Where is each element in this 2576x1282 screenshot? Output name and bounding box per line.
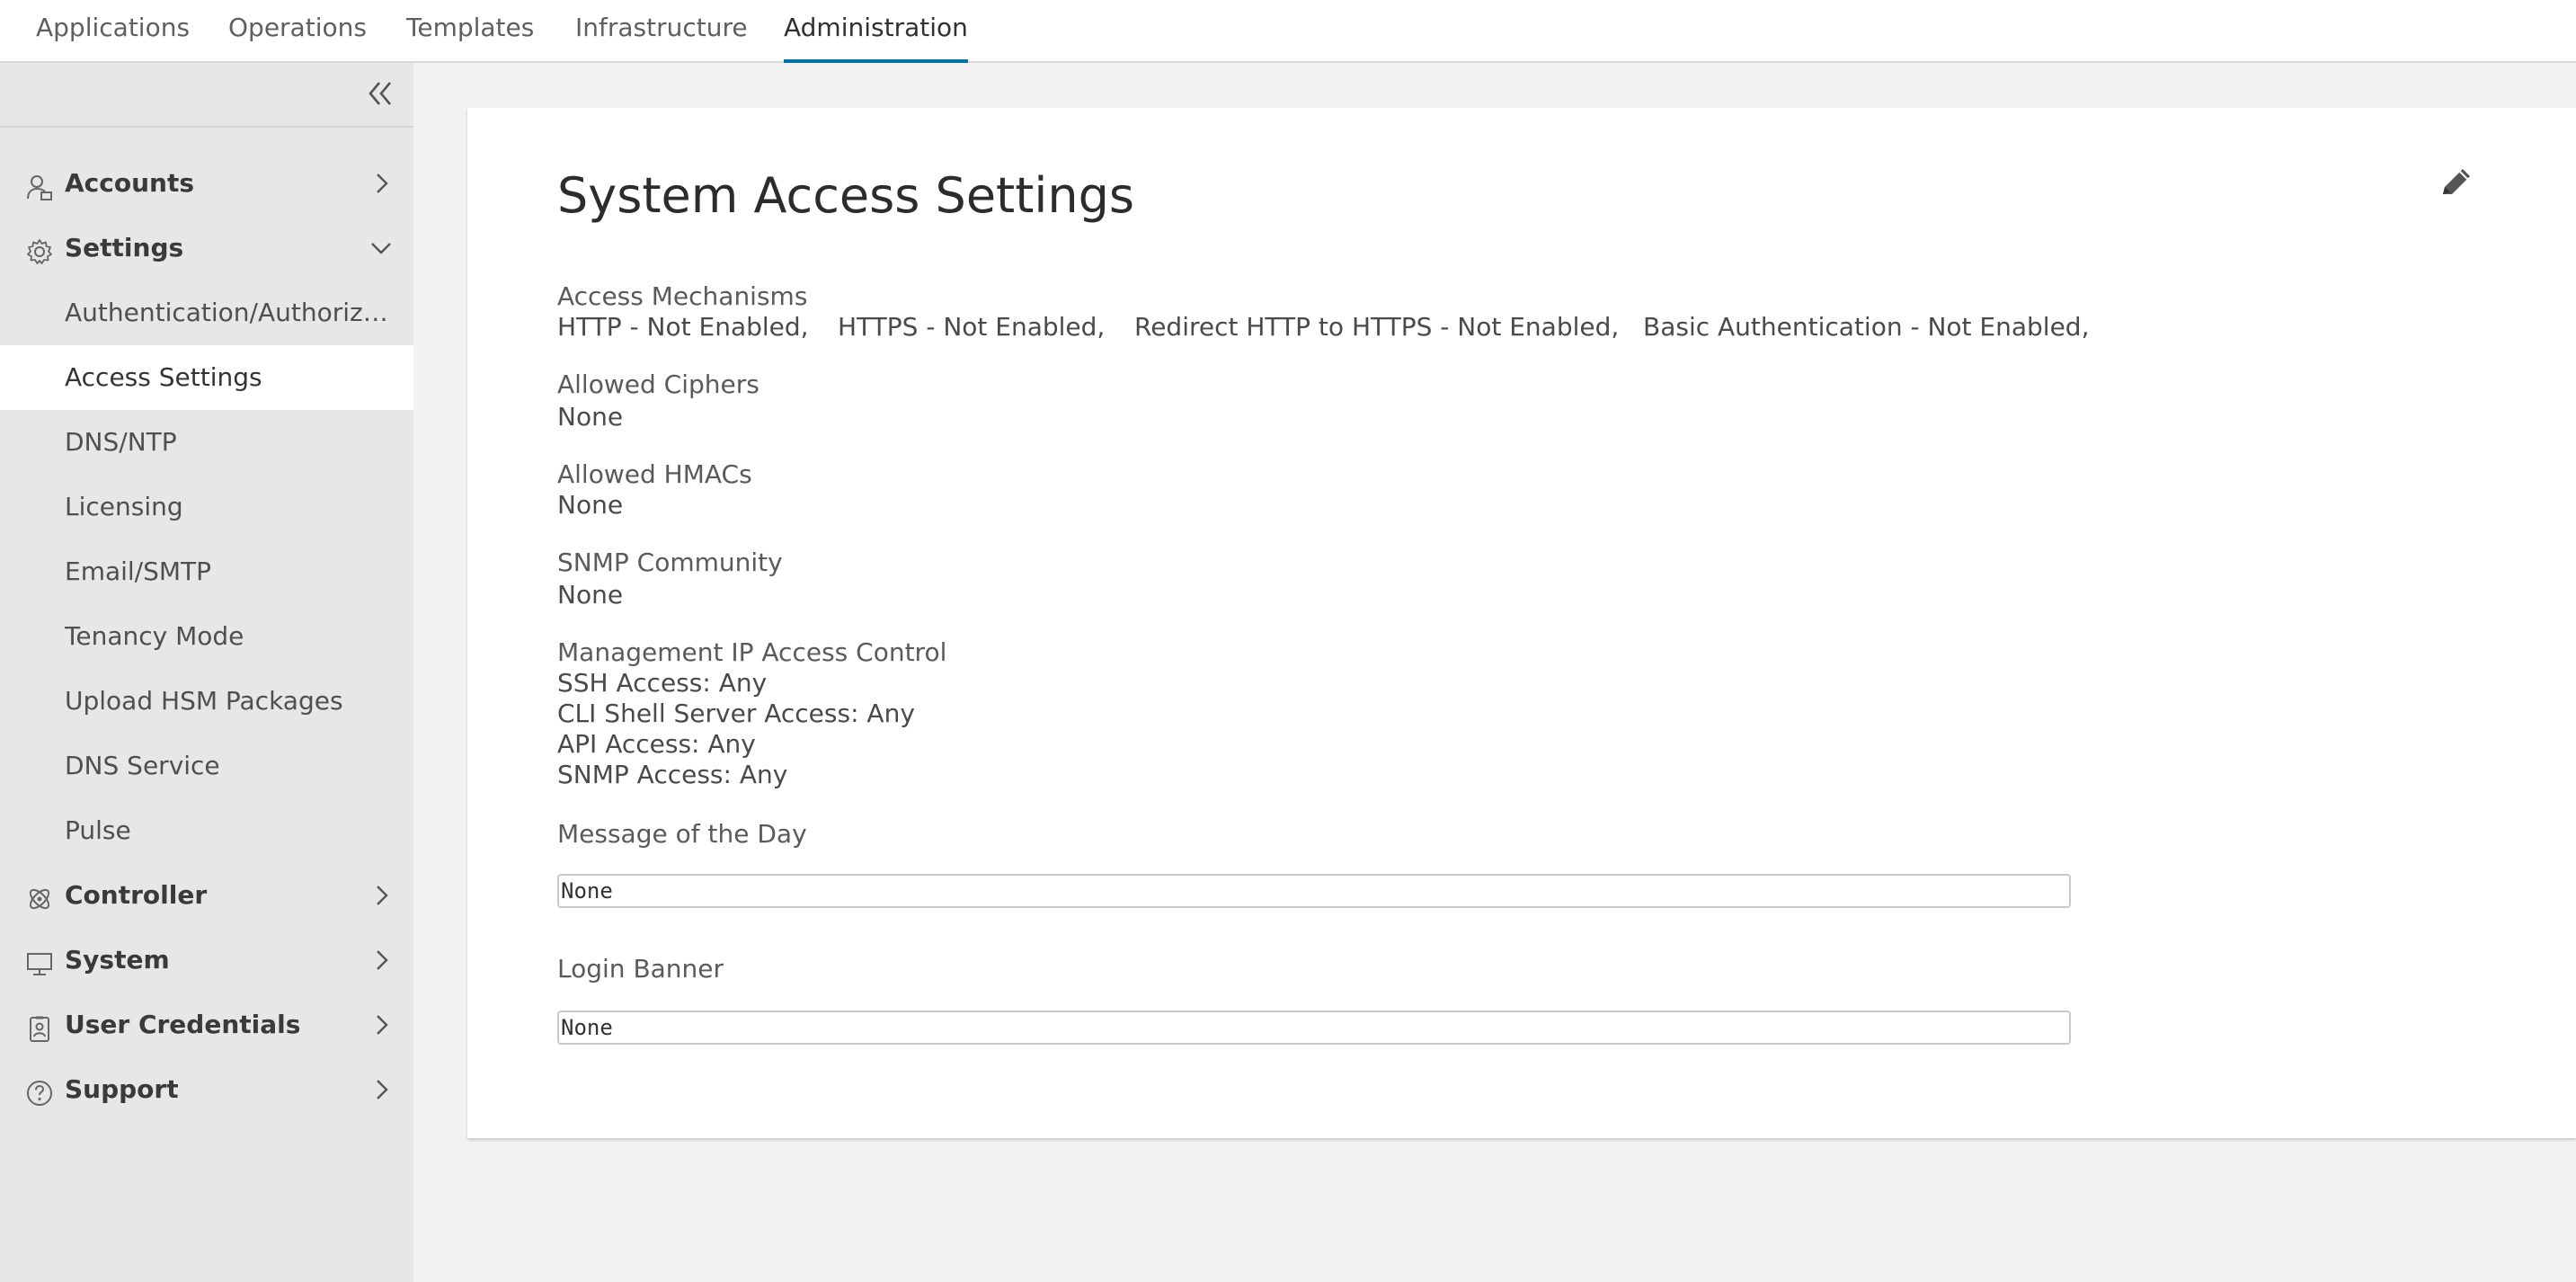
sidebar-item-label: Support — [65, 1074, 179, 1104]
sidebar-item-label: Licensing — [65, 492, 183, 521]
collapse-sidebar-button[interactable] — [365, 76, 395, 111]
sidebar-item-label: Tenancy Mode — [65, 621, 244, 651]
sidebar-item-pulse[interactable]: Pulse — [0, 798, 413, 863]
sidebar-item-accounts[interactable]: Accounts — [0, 151, 413, 216]
double-chevron-left-icon — [369, 82, 391, 105]
chevron-down-icon — [369, 236, 394, 261]
sidebar-item-label: System — [65, 945, 170, 975]
sidebar-item-user-credentials[interactable]: User Credentials — [0, 993, 413, 1057]
sidebar-item-authentication-authorization[interactable]: Authentication/Authorization — [0, 280, 413, 345]
chevron-right-icon — [369, 883, 394, 908]
sidebar-item-support[interactable]: Support — [0, 1057, 413, 1122]
motd-textbox[interactable]: None — [557, 874, 2071, 908]
allowed-hmacs-label: Allowed HMACs — [557, 459, 752, 489]
chevron-right-icon — [369, 1012, 394, 1037]
chevron-right-icon — [369, 171, 394, 196]
snmp-access-value: SNMP Access: Any — [557, 760, 788, 789]
login-banner-textbox[interactable]: None — [557, 1010, 2071, 1045]
http-mechanism-value: HTTP - Not Enabled, — [557, 312, 809, 342]
sidebar-item-controller[interactable]: Controller — [0, 863, 413, 928]
sidebar-item-label: Authentication/Authorization — [65, 298, 388, 327]
allowed-ciphers-value: None — [557, 402, 624, 432]
controller-icon — [25, 885, 54, 913]
pencil-icon — [2443, 169, 2470, 194]
sidebar: Accounts Settings Authentication/Authori… — [0, 63, 413, 1282]
sidebar-item-access-settings[interactable]: Access Settings — [0, 345, 413, 410]
tab-applications[interactable]: Applications — [36, 0, 190, 63]
sidebar-collapse-bar — [0, 63, 413, 128]
api-access-value: API Access: Any — [557, 729, 756, 759]
basic-auth-mechanism-value: Basic Authentication - Not Enabled, — [1643, 312, 2090, 342]
sidebar-item-label: Upload HSM Packages — [65, 686, 343, 716]
snmp-community-value: None — [557, 580, 624, 610]
sidebar-item-label: Controller — [65, 880, 208, 910]
sidebar-item-label: Pulse — [65, 815, 131, 845]
sidebar-item-email-smtp[interactable]: Email/SMTP — [0, 539, 413, 604]
badge-icon — [25, 1014, 54, 1043]
cli-shell-access-value: CLI Shell Server Access: Any — [557, 699, 915, 728]
sidebar-item-settings[interactable]: Settings — [0, 216, 413, 280]
tab-templates[interactable]: Templates — [406, 0, 534, 63]
sidebar-item-label: DNS/NTP — [65, 427, 177, 457]
help-icon — [25, 1079, 54, 1108]
sidebar-item-label: User Credentials — [65, 1010, 301, 1039]
monitor-icon — [25, 949, 54, 978]
sidebar-item-label: Accounts — [65, 168, 195, 198]
sidebar-item-label: Access Settings — [65, 362, 262, 392]
tab-infrastructure[interactable]: Infrastructure — [575, 0, 748, 63]
gear-icon — [25, 237, 54, 266]
management-ip-access-label: Management IP Access Control — [557, 637, 947, 667]
page-title: System Access Settings — [557, 167, 1135, 224]
sidebar-item-label: Email/SMTP — [65, 556, 212, 586]
edit-button[interactable] — [2434, 162, 2477, 205]
sidebar-item-dns-ntp[interactable]: DNS/NTP — [0, 410, 413, 475]
snmp-community-label: SNMP Community — [557, 548, 783, 577]
top-navigation: Applications Operations Templates Infras… — [0, 0, 2576, 63]
chevron-right-icon — [369, 948, 394, 973]
sidebar-item-label: DNS Service — [65, 751, 220, 780]
login-banner-label: Login Banner — [557, 954, 724, 984]
tab-administration[interactable]: Administration — [784, 0, 968, 63]
sidebar-item-system[interactable]: System — [0, 928, 413, 993]
https-mechanism-value: HTTPS - Not Enabled, — [838, 312, 1106, 342]
accounts-icon — [25, 173, 54, 201]
sidebar-item-label: Settings — [65, 233, 184, 263]
sidebar-item-dns-service[interactable]: DNS Service — [0, 734, 413, 798]
access-mechanisms-label: Access Mechanisms — [557, 281, 808, 311]
access-settings-card: System Access Settings Access Mechanisms… — [467, 108, 2576, 1138]
ssh-access-value: SSH Access: Any — [557, 668, 768, 698]
redirect-mechanism-value: Redirect HTTP to HTTPS - Not Enabled, — [1134, 312, 1620, 342]
allowed-ciphers-label: Allowed Ciphers — [557, 369, 759, 399]
sidebar-item-licensing[interactable]: Licensing — [0, 475, 413, 539]
chevron-right-icon — [369, 1077, 394, 1102]
sidebar-item-tenancy-mode[interactable]: Tenancy Mode — [0, 604, 413, 669]
motd-label: Message of the Day — [557, 819, 807, 849]
sidebar-item-upload-hsm-packages[interactable]: Upload HSM Packages — [0, 669, 413, 734]
tab-operations[interactable]: Operations — [228, 0, 367, 63]
allowed-hmacs-value: None — [557, 490, 624, 520]
